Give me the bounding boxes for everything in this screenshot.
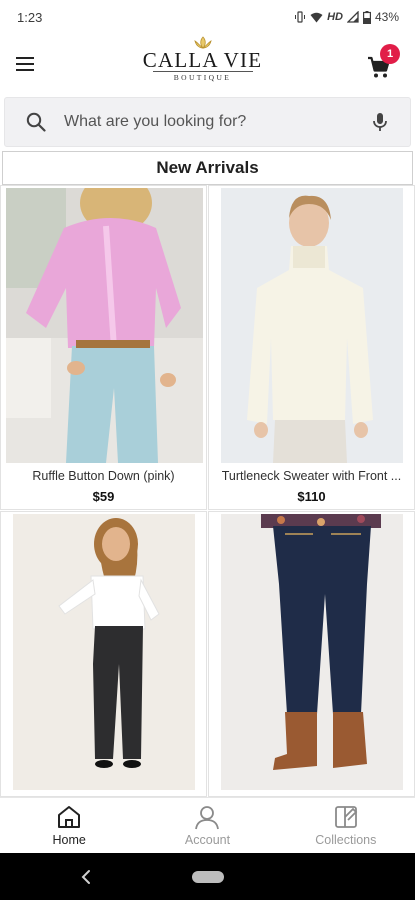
app-header: CALLA VIE BOUTIQUE 1 xyxy=(0,34,415,94)
product-card[interactable]: Ruffle Button Down (pink) $59 xyxy=(0,185,207,510)
back-icon[interactable] xyxy=(76,867,96,887)
search-icon[interactable] xyxy=(25,111,47,133)
search-input[interactable] xyxy=(64,102,369,142)
logo-subtitle: BOUTIQUE xyxy=(152,71,253,82)
search-bar xyxy=(4,97,411,147)
hamburger-icon-line xyxy=(16,69,34,71)
logo-name: CALLA VIE xyxy=(142,48,263,72)
menu-button[interactable] xyxy=(16,52,42,76)
bottom-navigation: Home Account Collections xyxy=(0,797,415,853)
status-time: 1:23 xyxy=(17,9,43,25)
nav-home[interactable]: Home xyxy=(0,798,138,853)
nav-account-label: Account xyxy=(184,833,231,847)
network-label: HD xyxy=(327,11,343,23)
section-title: New Arrivals xyxy=(2,151,413,185)
product-price: $59 xyxy=(92,489,115,504)
product-image xyxy=(221,514,403,790)
product-image xyxy=(221,188,403,463)
product-image xyxy=(6,188,203,463)
wifi-icon xyxy=(310,12,323,22)
signal-icon xyxy=(346,11,359,23)
product-price: $110 xyxy=(297,489,326,504)
brand-logo[interactable]: CALLA VIE BOUTIQUE xyxy=(140,36,265,84)
nav-collections-label: Collections xyxy=(315,833,377,847)
microphone-icon[interactable] xyxy=(369,111,391,133)
battery-level: 43% xyxy=(374,10,399,24)
hamburger-icon-line xyxy=(16,63,34,65)
cart-button[interactable]: 1 xyxy=(364,44,400,80)
product-image xyxy=(13,514,195,790)
product-card[interactable]: Turtleneck Sweater with Front ... $110 xyxy=(208,185,415,510)
nav-account[interactable]: Account xyxy=(138,798,276,853)
home-pill-button[interactable] xyxy=(192,871,224,883)
collections-icon xyxy=(334,806,358,828)
home-icon xyxy=(58,806,81,828)
nav-collections[interactable]: Collections xyxy=(277,798,415,853)
hamburger-icon-line xyxy=(16,57,34,59)
cart-count-badge: 1 xyxy=(380,44,400,64)
status-icons: HD 43% xyxy=(294,10,399,24)
account-icon xyxy=(195,806,220,830)
product-card[interactable] xyxy=(208,511,415,797)
nav-home-label: Home xyxy=(52,833,86,847)
battery-icon xyxy=(362,10,371,24)
system-navigation-bar xyxy=(0,853,415,900)
status-bar: 1:23 HD 43% xyxy=(0,0,415,34)
product-name: Ruffle Button Down (pink) xyxy=(32,469,175,483)
product-name: Turtleneck Sweater with Front ... xyxy=(221,469,402,483)
vibrate-icon xyxy=(295,11,306,23)
product-card[interactable] xyxy=(0,511,207,797)
